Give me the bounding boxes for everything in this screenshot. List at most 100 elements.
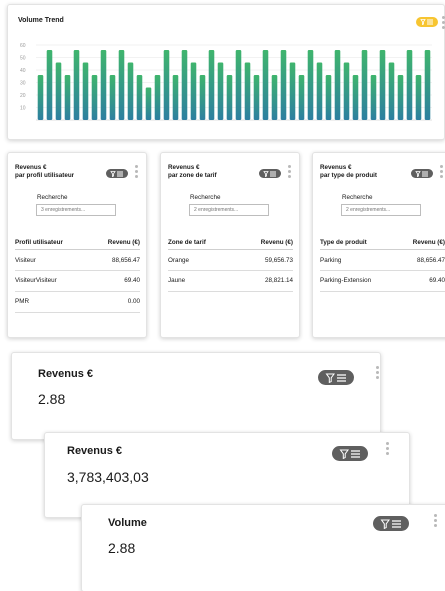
column-header[interactable]: Revenu (€) xyxy=(396,237,445,250)
kebab-menu-icon[interactable] xyxy=(288,165,292,178)
filter-list-icon xyxy=(420,19,433,25)
chart-bar[interactable] xyxy=(289,62,296,121)
filter-list-icon xyxy=(325,373,346,383)
filter-button[interactable] xyxy=(318,370,354,385)
chart-bar[interactable] xyxy=(118,50,125,120)
column-header[interactable]: Revenu (€) xyxy=(235,237,293,250)
filter-list-icon xyxy=(415,170,428,177)
y-tick-label: 30 xyxy=(20,81,26,87)
search-label: Recherche xyxy=(37,194,68,201)
revenue-kpi-card: Revenus € 2.88 xyxy=(11,352,381,440)
chart-bar[interactable] xyxy=(145,87,152,121)
filter-button[interactable] xyxy=(332,446,368,461)
y-tick-label: 40 xyxy=(20,68,26,74)
table-row[interactable]: PMR 0.00 xyxy=(15,291,140,313)
chart-bar[interactable] xyxy=(235,50,242,120)
chart-bar[interactable] xyxy=(379,50,386,120)
chart-bar[interactable] xyxy=(127,62,134,121)
table-row[interactable]: Parking 88,656.47 xyxy=(320,249,445,271)
column-header[interactable]: Profil utilisateur xyxy=(15,237,90,250)
chart-bar[interactable] xyxy=(154,75,161,120)
kebab-menu-icon[interactable] xyxy=(440,165,444,178)
table-row[interactable]: Visiteur 88,656.47 xyxy=(15,249,140,271)
filter-list-icon xyxy=(339,449,360,459)
volume-kpi-card: Volume 2.88 xyxy=(81,504,445,591)
y-tick-label: 10 xyxy=(20,106,26,112)
chart-bar[interactable] xyxy=(136,75,143,120)
chart-bar[interactable] xyxy=(100,50,107,120)
column-header[interactable]: Revenu (€) xyxy=(89,237,140,250)
chart-bar[interactable] xyxy=(424,50,431,120)
kebab-menu-icon[interactable] xyxy=(434,514,438,527)
chart-bar[interactable] xyxy=(352,75,359,120)
filter-button[interactable] xyxy=(373,516,409,531)
chart-bar[interactable] xyxy=(217,62,224,121)
kpi-value: 2.88 xyxy=(108,540,136,556)
column-header[interactable]: Type de produit xyxy=(320,237,397,250)
data-table: Zone de tarif Revenu (€) Orange 59,656.73… xyxy=(168,237,293,292)
y-tick-label: 20 xyxy=(20,93,26,99)
column-header[interactable]: Zone de tarif xyxy=(168,237,236,250)
table-row[interactable]: Orange 59,656.73 xyxy=(168,249,293,271)
chart-bar[interactable] xyxy=(280,50,287,120)
chart-bar[interactable] xyxy=(199,75,206,120)
card-title: Revenus € par type de produit xyxy=(320,164,378,179)
filter-button[interactable] xyxy=(106,169,128,178)
chart-bar[interactable] xyxy=(37,75,44,120)
chart-bar[interactable] xyxy=(73,50,80,120)
filter-button[interactable] xyxy=(259,169,281,178)
revenue-by-user-profile-card: Revenus € par profil utilisateur Recherc… xyxy=(7,152,147,338)
chart-bar[interactable] xyxy=(226,75,233,120)
chart-bar[interactable] xyxy=(109,75,116,120)
chart-bar[interactable] xyxy=(406,50,413,120)
chart-bar[interactable] xyxy=(163,50,170,120)
filter-list-icon xyxy=(110,170,123,177)
chart-bar[interactable] xyxy=(46,50,53,120)
table-row[interactable]: VisiteurVisiteur 69.40 xyxy=(15,270,140,292)
kebab-menu-icon[interactable] xyxy=(386,442,390,455)
kpi-title: Volume xyxy=(108,517,147,529)
chart-bar[interactable] xyxy=(370,75,377,120)
chart-bar[interactable] xyxy=(253,75,260,120)
kebab-menu-icon[interactable] xyxy=(135,165,139,178)
chart-bar[interactable] xyxy=(415,75,422,120)
data-table: Profil utilisateur Revenu (€) Visiteur 88… xyxy=(15,237,140,313)
volume-trend-filter-button[interactable] xyxy=(416,17,438,27)
chart-bar[interactable] xyxy=(244,62,251,121)
volume-trend-title: Volume Trend xyxy=(18,17,64,24)
chart-bar[interactable] xyxy=(388,62,395,121)
chart-bar[interactable] xyxy=(307,50,314,120)
kpi-title: Revenus € xyxy=(38,368,94,380)
kpi-value: 2.88 xyxy=(38,391,66,407)
chart-bar[interactable] xyxy=(172,75,179,120)
search-input[interactable] xyxy=(189,204,269,216)
filter-list-icon xyxy=(263,170,276,177)
search-label: Recherche xyxy=(342,194,373,201)
kebab-menu-icon[interactable] xyxy=(376,366,380,379)
table-row[interactable]: Jaune 28,821.14 xyxy=(168,270,293,292)
chart-bar[interactable] xyxy=(361,50,368,120)
chart-bar[interactable] xyxy=(271,75,278,120)
chart-bar[interactable] xyxy=(262,50,269,120)
search-input[interactable] xyxy=(341,204,421,216)
filter-button[interactable] xyxy=(411,169,433,178)
chart-bar[interactable] xyxy=(298,75,305,120)
chart-bar[interactable] xyxy=(82,62,89,121)
chart-bar[interactable] xyxy=(91,75,98,120)
chart-bar[interactable] xyxy=(397,75,404,120)
search-input[interactable] xyxy=(36,204,116,216)
chart-bar[interactable] xyxy=(334,50,341,120)
table-row[interactable]: Parking-Extension 69.40 xyxy=(320,270,445,292)
chart-bar[interactable] xyxy=(55,62,62,121)
chart-bar[interactable] xyxy=(316,62,323,121)
chart-bar[interactable] xyxy=(343,62,350,121)
chart-bar[interactable] xyxy=(181,50,188,120)
chart-bar[interactable] xyxy=(325,75,332,120)
card-title: Revenus € par profil utilisateur xyxy=(15,164,75,179)
chart-bar[interactable] xyxy=(64,75,71,120)
search-label: Recherche xyxy=(190,194,221,201)
chart-bar[interactable] xyxy=(208,50,215,120)
chart-bar[interactable] xyxy=(190,62,197,121)
y-tick-label: 50 xyxy=(20,56,26,62)
kpi-title: Revenus € xyxy=(67,445,123,457)
